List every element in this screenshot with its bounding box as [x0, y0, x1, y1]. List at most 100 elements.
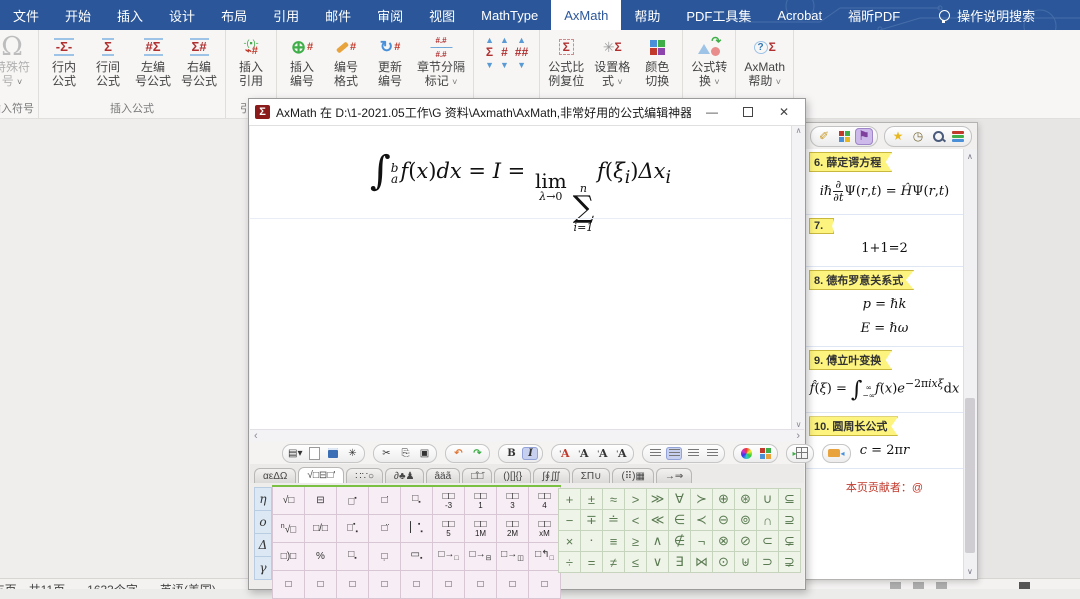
- nudge-up-button[interactable]: ▲: [517, 36, 526, 44]
- formula-tag[interactable]: 7.: [809, 218, 834, 234]
- recent-symbol-cell[interactable]: η: [254, 487, 272, 511]
- app-tab-邮件[interactable]: 邮件: [312, 0, 364, 30]
- symbol-cell[interactable]: ≈: [603, 489, 625, 510]
- template-cell[interactable]: √□: [273, 486, 305, 515]
- formula-preview[interactable]: iℏ∂∂tΨ(r,t) = ĤΨ(r,t): [809, 172, 960, 206]
- symbol-cell[interactable]: ∧: [647, 531, 669, 552]
- palette-tab-6[interactable]: □̂□̄: [462, 468, 492, 483]
- symbol-cell[interactable]: ≤: [625, 552, 647, 573]
- equation-canvas[interactable]: ∫baf(x)dx = I = limλ→0n∑i=1f(ξi)Δxi: [250, 126, 792, 429]
- palette-tab-2[interactable]: √□⊟□': [298, 467, 344, 483]
- right-numbered-formula-button[interactable]: Σ#右编号公式: [176, 30, 222, 102]
- formula-preview[interactable]: 1+1=2: [809, 234, 960, 258]
- app-tab-开始[interactable]: 开始: [52, 0, 104, 30]
- formula-tag[interactable]: 6. 薛定谔方程: [809, 152, 892, 172]
- adjust-symbol[interactable]: Σ: [486, 47, 493, 58]
- symbol-cell[interactable]: ≪: [647, 510, 669, 531]
- template-cell[interactable]: □: [529, 571, 561, 599]
- symbol-cell[interactable]: ⊋: [779, 552, 801, 573]
- template-cell[interactable]: □: [497, 571, 529, 599]
- symbol-cell[interactable]: ∪: [757, 489, 779, 510]
- symbol-cell[interactable]: ⊛: [735, 489, 757, 510]
- nudge-down-button[interactable]: ▼: [500, 61, 509, 69]
- bold-button[interactable]: B: [503, 447, 519, 460]
- symbol-cell[interactable]: ≠: [603, 552, 625, 573]
- scroll-right-icon[interactable]: ›: [796, 430, 800, 442]
- symbol-cell[interactable]: ≐: [603, 510, 625, 531]
- recent-symbol-cell[interactable]: Δ: [254, 534, 272, 557]
- language-indicator[interactable]: 英语(美国): [160, 583, 216, 589]
- template-cell[interactable]: ⊟: [305, 486, 337, 515]
- symbol-cell[interactable]: ≡: [603, 531, 625, 552]
- symbol-cell[interactable]: −: [559, 510, 581, 531]
- template-cell[interactable]: ▏▪▪: [401, 515, 433, 543]
- nudge-down-button[interactable]: ▼: [485, 61, 494, 69]
- template-cell[interactable]: □□4: [529, 486, 561, 515]
- color-switch-button[interactable]: 颜色切换: [635, 30, 679, 102]
- symbol-cell[interactable]: ⊆: [779, 489, 801, 510]
- accent3-icon[interactable]: 'A: [594, 447, 610, 460]
- bookmark-icon[interactable]: ⚑: [855, 128, 873, 145]
- number-format-button[interactable]: #编号格式: [324, 30, 368, 102]
- template-cell[interactable]: □□1: [465, 486, 497, 515]
- cut-icon[interactable]: ✂: [378, 447, 394, 460]
- italic-button[interactable]: I: [522, 447, 538, 460]
- scroll-down-icon[interactable]: ∨: [796, 420, 802, 429]
- align-spacing-icon[interactable]: [704, 447, 720, 460]
- symbol-cell[interactable]: ±: [581, 489, 603, 510]
- template-cell[interactable]: ▭▪: [401, 543, 433, 571]
- history-clock-icon[interactable]: ◷: [909, 128, 927, 145]
- template-cell[interactable]: n√□: [273, 515, 305, 543]
- books-icon[interactable]: [949, 128, 967, 145]
- template-cell[interactable]: □□xM: [529, 515, 561, 543]
- symbol-cell[interactable]: ⊖: [713, 510, 735, 531]
- recent-symbol-cell[interactable]: γ: [254, 557, 272, 580]
- symbol-cell[interactable]: ⊎: [735, 552, 757, 573]
- symbol-cell[interactable]: ⊇: [779, 510, 801, 531]
- accent-red-icon[interactable]: 'A: [556, 447, 572, 460]
- template-cell[interactable]: □▪: [401, 486, 433, 515]
- format-settings-button[interactable]: ✳Σ设置格式 ˅: [589, 30, 635, 102]
- inline-formula-button[interactable]: -Σ-行内公式: [42, 30, 86, 102]
- formula-list-item[interactable]: 8. 德布罗意关系式p = ℏkE = ℏω: [805, 267, 964, 347]
- app-tab-MathType[interactable]: MathType: [468, 0, 551, 30]
- left-numbered-formula-button[interactable]: #Σ左编号公式: [130, 30, 176, 102]
- template-cell[interactable]: □□-3: [433, 486, 465, 515]
- paste-icon[interactable]: ▣: [416, 447, 432, 460]
- template-cell[interactable]: □↰□: [529, 543, 561, 571]
- app-tab-布局[interactable]: 布局: [208, 0, 260, 30]
- word-count[interactable]: 1633个字: [87, 583, 138, 589]
- palette-tab-4[interactable]: ∂♣♟: [385, 468, 423, 483]
- section-break-mark-button[interactable]: #.#———#.#章节分隔标记 ˅: [412, 30, 470, 102]
- palette-tab-10[interactable]: (⠿)▦: [612, 468, 653, 483]
- minimize-button[interactable]: —: [697, 103, 727, 121]
- symbol-cell[interactable]: ∩: [757, 510, 779, 531]
- app-tab-帮助[interactable]: 帮助: [621, 0, 673, 30]
- template-cell[interactable]: %: [305, 543, 337, 571]
- symbol-cell[interactable]: ÷: [559, 552, 581, 573]
- palette-tab-3[interactable]: ∷∵○: [346, 468, 383, 483]
- app-tab-视图[interactable]: 视图: [416, 0, 468, 30]
- symbol-cell[interactable]: ≥: [625, 531, 647, 552]
- app-tab-审阅[interactable]: 审阅: [364, 0, 416, 30]
- special-symbol-button[interactable]: Ω特殊符号 ˅: [0, 30, 35, 102]
- insert-menu-icon[interactable]: ▤▾: [287, 447, 303, 460]
- color-wheel-icon[interactable]: [738, 447, 754, 460]
- template-cell[interactable]: □: [273, 571, 305, 599]
- symbol-cell[interactable]: ¬: [691, 531, 713, 552]
- maximize-button[interactable]: [733, 103, 763, 121]
- template-cell[interactable]: □̣: [369, 543, 401, 571]
- symbol-cell[interactable]: ⊕: [713, 489, 735, 510]
- canvas-hscrollbar[interactable]: ‹›: [250, 429, 804, 442]
- symbol-cell[interactable]: >: [625, 489, 647, 510]
- color-grid-icon[interactable]: [835, 128, 853, 145]
- recent-symbol-cell[interactable]: ο: [254, 511, 272, 534]
- symbol-cell[interactable]: ∀: [669, 489, 691, 510]
- template-cell[interactable]: □▪: [337, 486, 369, 515]
- formula-tag[interactable]: 9. 傅立叶变换: [809, 350, 892, 370]
- template-cell[interactable]: □̈: [369, 515, 401, 543]
- align-right-icon[interactable]: [685, 447, 701, 460]
- scroll-up-icon[interactable]: ∧: [967, 152, 973, 161]
- library-scrollbar[interactable]: ∧ ∨: [963, 149, 977, 579]
- adjust-symbol[interactable]: #: [501, 47, 508, 58]
